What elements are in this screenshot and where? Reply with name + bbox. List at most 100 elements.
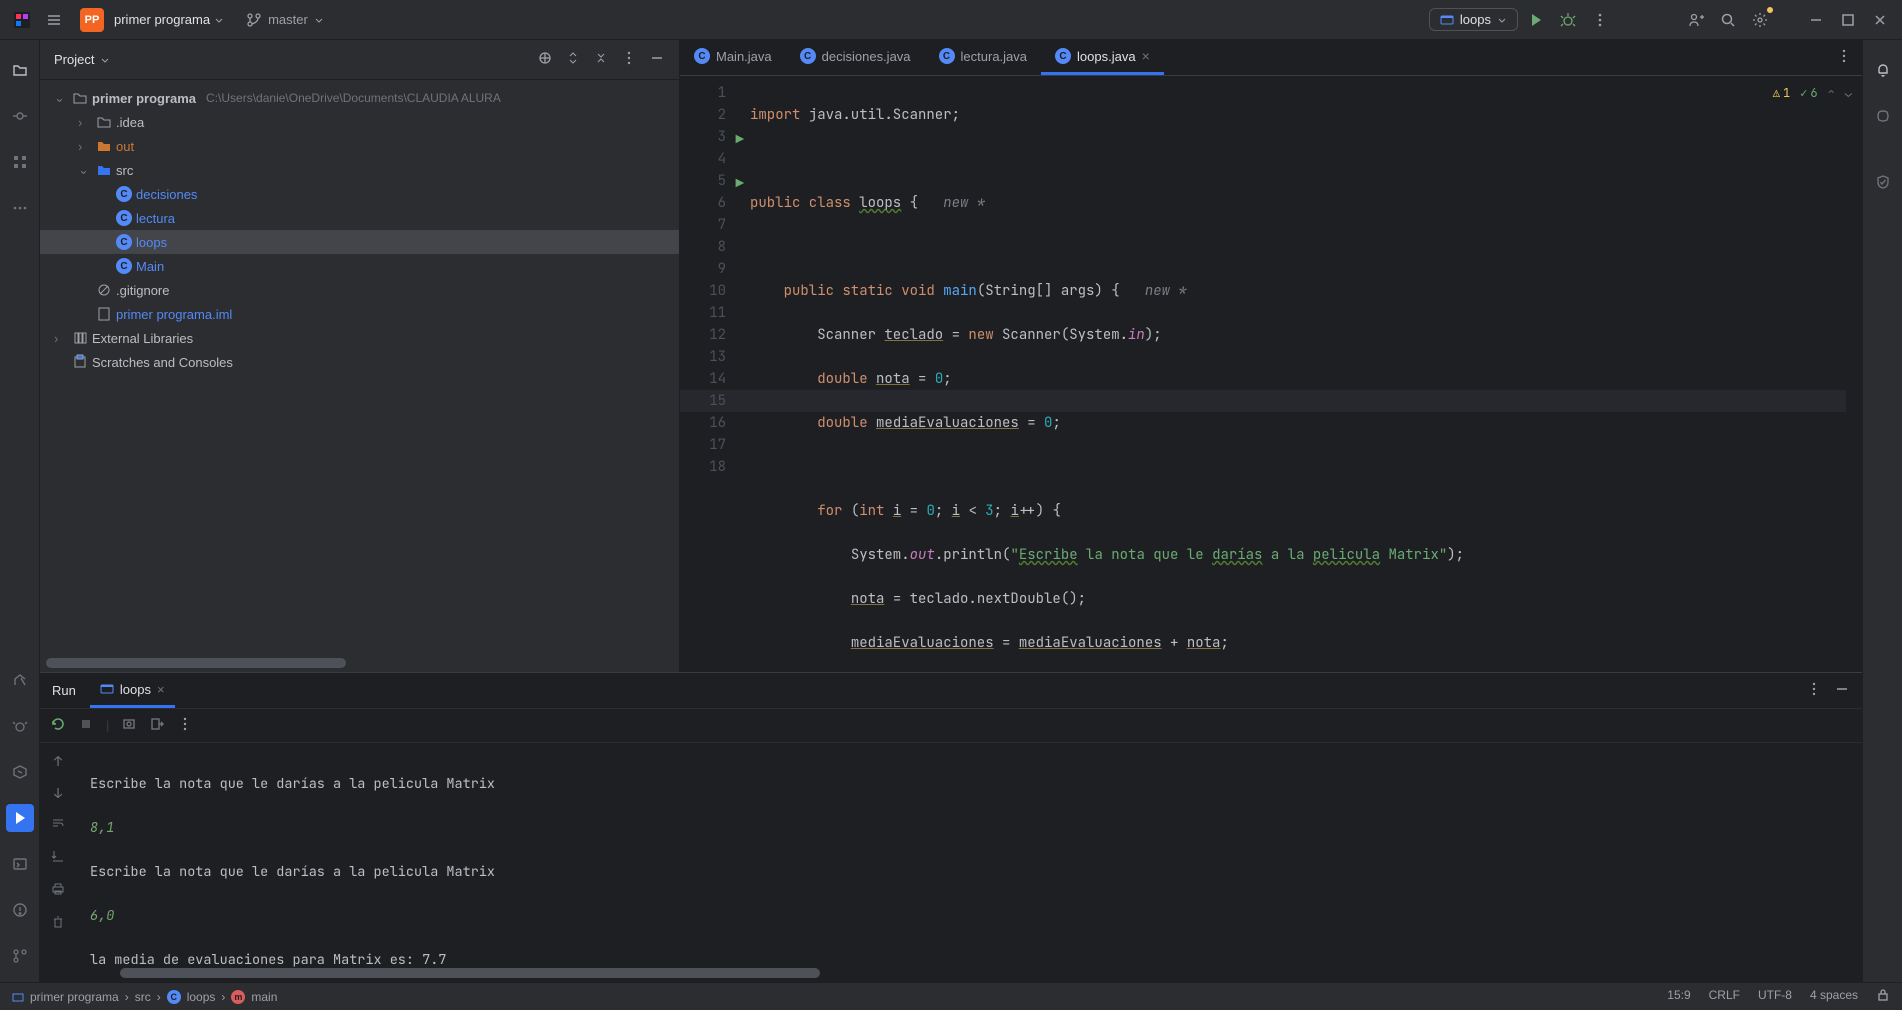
- tree-iml[interactable]: primer programa.iml: [40, 302, 679, 326]
- code-with-me-button[interactable]: [1682, 6, 1710, 34]
- tree-out-folder[interactable]: ›out: [40, 134, 679, 158]
- services-tool-button[interactable]: [6, 758, 34, 786]
- run-panel-options-icon[interactable]: [1806, 681, 1822, 700]
- library-icon: [72, 330, 88, 346]
- clear-icon[interactable]: [50, 914, 66, 937]
- inspect-up-icon[interactable]: ⌃: [1828, 82, 1835, 104]
- soft-wrap-icon[interactable]: [50, 815, 66, 838]
- tree-scratches[interactable]: Scratches and Consoles: [40, 350, 679, 374]
- tab-loops[interactable]: Cloops.java×: [1041, 40, 1164, 75]
- terminal-tool-button[interactable]: [6, 850, 34, 878]
- search-everywhere-button[interactable]: [1714, 6, 1742, 34]
- class-icon: C: [939, 48, 955, 64]
- folder-icon: [96, 162, 112, 178]
- run-tab[interactable]: loops ×: [90, 673, 175, 708]
- print-icon[interactable]: [50, 881, 66, 904]
- tree-class-lectura[interactable]: Clectura: [40, 206, 679, 230]
- tab-options-icon[interactable]: [1836, 48, 1852, 67]
- tree-gitignore[interactable]: .gitignore: [40, 278, 679, 302]
- expand-all-icon[interactable]: [565, 50, 581, 69]
- ignore-icon: [96, 282, 112, 298]
- more-tool-button[interactable]: [6, 194, 34, 222]
- exit-button[interactable]: [149, 716, 165, 735]
- class-icon: C: [116, 186, 132, 202]
- run-panel-title: Run: [52, 683, 76, 698]
- vcs-branch[interactable]: master: [246, 12, 324, 28]
- main-menu-button[interactable]: [40, 6, 68, 34]
- file-icon: [96, 306, 112, 322]
- run-output[interactable]: Escribe la nota que le darías a la pelic…: [76, 743, 1862, 968]
- tree-idea-folder[interactable]: ›.idea: [40, 110, 679, 134]
- code-content[interactable]: import java.util.Scanner; public class l…: [750, 76, 1862, 672]
- run-more-actions-icon[interactable]: [177, 716, 193, 735]
- hide-panel-icon[interactable]: [649, 50, 665, 69]
- project-tool-button[interactable]: [6, 56, 34, 84]
- warnings-badge[interactable]: ⚠1: [1773, 82, 1790, 104]
- hide-run-panel-icon[interactable]: [1834, 681, 1850, 700]
- panel-options-icon[interactable]: [621, 50, 637, 69]
- maximize-button[interactable]: [1834, 6, 1862, 34]
- class-icon: C: [167, 990, 181, 1004]
- scroll-to-end-icon[interactable]: [50, 848, 66, 871]
- run-button[interactable]: [1522, 6, 1550, 34]
- tab-main[interactable]: CMain.java: [680, 40, 786, 75]
- cursor-position[interactable]: 15:9: [1667, 988, 1690, 1005]
- folder-icon: [72, 90, 88, 106]
- run-gutter-icon[interactable]: ▶: [736, 173, 744, 195]
- editor-area: CMain.java Cdecisiones.java Clectura.jav…: [680, 40, 1862, 672]
- close-run-tab-icon[interactable]: ×: [157, 682, 165, 697]
- tab-lectura[interactable]: Clectura.java: [925, 40, 1041, 75]
- tree-src-folder[interactable]: ⌄src: [40, 158, 679, 182]
- class-icon: C: [800, 48, 816, 64]
- notifications-button[interactable]: [1869, 56, 1897, 84]
- problems-tool-button[interactable]: [6, 896, 34, 924]
- close-button[interactable]: [1866, 6, 1894, 34]
- editor-body[interactable]: ⚠1 ✓6 ⌃ ⌄ 1 2 3▶ 4 5▶ 6 7 8 9: [680, 76, 1862, 672]
- ai-assist-button[interactable]: [1869, 102, 1897, 130]
- inspect-down-icon[interactable]: ⌄: [1845, 82, 1852, 104]
- scrollbar[interactable]: [40, 662, 679, 672]
- collapse-all-icon[interactable]: [593, 50, 609, 69]
- stop-button[interactable]: [78, 716, 94, 735]
- ide-logo[interactable]: [8, 6, 36, 34]
- run-scrollbar[interactable]: [40, 968, 1862, 982]
- file-encoding[interactable]: UTF-8: [1758, 988, 1792, 1005]
- run-config-selector[interactable]: loops: [1429, 8, 1518, 31]
- settings-button[interactable]: [1746, 6, 1774, 34]
- rerun-button[interactable]: [50, 716, 66, 735]
- structure-tool-button[interactable]: [6, 148, 34, 176]
- debug-button[interactable]: [1554, 6, 1582, 34]
- tree-class-decisiones[interactable]: Cdecisiones: [40, 182, 679, 206]
- dump-threads-button[interactable]: [121, 716, 137, 735]
- scroll-up-icon[interactable]: ↑: [54, 751, 62, 773]
- project-badge: PP: [80, 8, 104, 32]
- tree-root[interactable]: ⌄primer programaC:\Users\danie\OneDrive\…: [40, 86, 679, 110]
- scroll-down-icon[interactable]: ↓: [54, 783, 62, 805]
- typos-badge[interactable]: ✓6: [1800, 82, 1817, 104]
- shield-button[interactable]: [1869, 168, 1897, 196]
- method-icon: m: [231, 990, 245, 1004]
- folder-icon: [96, 138, 112, 154]
- tab-decisiones[interactable]: Cdecisiones.java: [786, 40, 925, 75]
- run-tool-button[interactable]: [6, 804, 34, 832]
- tree-external-libs[interactable]: ›External Libraries: [40, 326, 679, 350]
- project-panel: Project ⌄primer programaC:\Users\danie\O…: [40, 40, 680, 672]
- breadcrumbs[interactable]: primer programa› src› C loops› m main: [12, 990, 277, 1004]
- vcs-tool-button[interactable]: [6, 942, 34, 970]
- minimize-button[interactable]: [1802, 6, 1830, 34]
- tree-class-main[interactable]: CMain: [40, 254, 679, 278]
- readonly-lock-icon[interactable]: [1876, 988, 1890, 1005]
- close-tab-icon[interactable]: ×: [1142, 48, 1150, 64]
- project-selector[interactable]: primer programa: [114, 12, 224, 27]
- tree-class-loops[interactable]: Cloops: [40, 230, 679, 254]
- line-separator[interactable]: CRLF: [1709, 988, 1740, 1005]
- more-actions-button[interactable]: [1586, 6, 1614, 34]
- commit-tool-button[interactable]: [6, 102, 34, 130]
- build-tool-button[interactable]: [6, 666, 34, 694]
- scratch-icon: [72, 354, 88, 370]
- chevron-down-icon[interactable]: [100, 55, 110, 65]
- run-gutter-icon[interactable]: ▶: [736, 129, 744, 151]
- select-opened-file-icon[interactable]: [537, 50, 553, 69]
- debug-tool-button[interactable]: [6, 712, 34, 740]
- indent-setting[interactable]: 4 spaces: [1810, 988, 1858, 1005]
